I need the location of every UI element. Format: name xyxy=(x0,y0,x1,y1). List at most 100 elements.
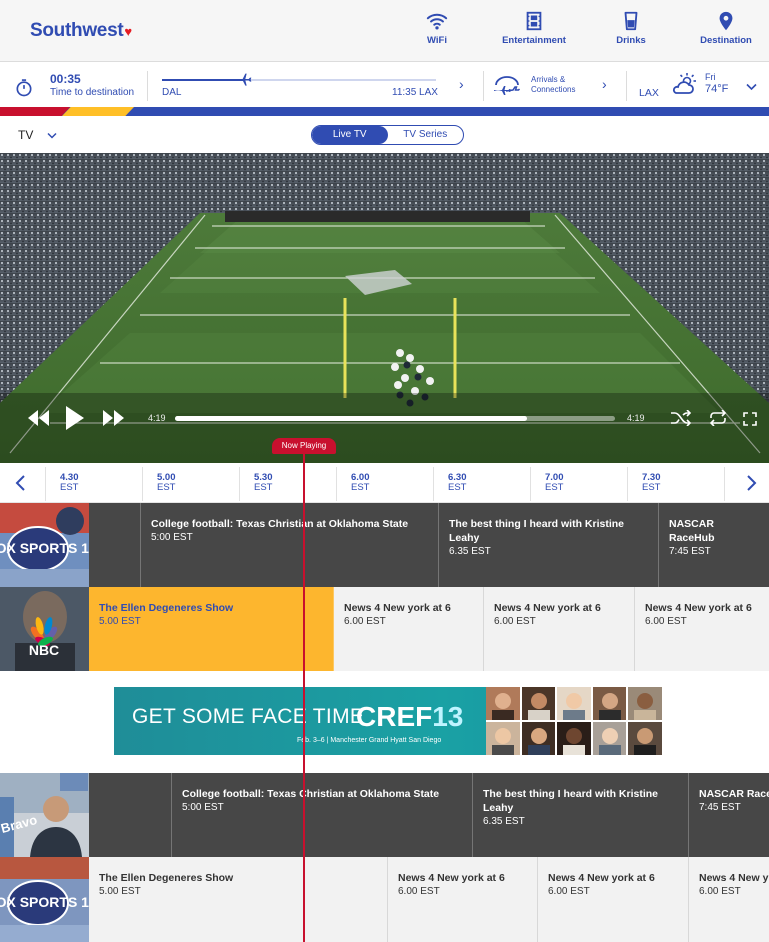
film-icon xyxy=(526,11,542,31)
tab-tv-series[interactable]: TV Series xyxy=(388,126,464,144)
category-label: TV xyxy=(18,128,34,142)
fullscreen-icon[interactable] xyxy=(743,412,757,426)
program-time: 6.00 EST xyxy=(645,616,687,627)
channel-logo-nbc[interactable]: NBC xyxy=(0,587,89,671)
timeslot: 6.00 EST xyxy=(351,472,370,493)
program-cell[interactable] xyxy=(89,503,141,587)
program-cell[interactable]: NASCAR RaceHub 7:45 EST xyxy=(659,503,769,587)
southwest-logo[interactable]: Southwest♥ xyxy=(30,20,132,42)
chevron-left-icon[interactable] xyxy=(14,474,26,492)
content-selector-row: TV Live TV TV Series xyxy=(0,117,769,153)
chevron-right-icon[interactable] xyxy=(746,474,758,492)
program-cell[interactable]: News 4 New y 6.00 EST xyxy=(689,857,769,942)
nav-drinks-label: Drinks xyxy=(616,35,646,46)
ad-banner-cref13[interactable]: GET SOME FACE TIME CREF13 Feb. 3–6 | Man… xyxy=(114,687,662,755)
program-title: College football: Texas Christian at Okl… xyxy=(182,788,440,800)
program-cell[interactable]: News 4 New york at 6 6.00 EST xyxy=(538,857,689,942)
brand-stripe xyxy=(0,107,769,116)
airplane-icon xyxy=(237,73,252,86)
fast-forward-icon[interactable] xyxy=(102,408,126,428)
channel-logo-fox-sports-1[interactable]: FOX SPORTS 1 xyxy=(0,857,89,942)
arrivals-label: Arrivals & xyxy=(531,75,566,84)
chevron-down-icon xyxy=(47,133,57,139)
program-title: News 4 New york at 6 xyxy=(548,872,655,884)
program-title: NASCAR Race xyxy=(699,788,769,800)
category-dropdown[interactable]: TV xyxy=(18,128,57,142)
timeslot: 4.30 EST xyxy=(60,472,79,493)
program-time: 6.00 EST xyxy=(494,616,536,627)
chevron-right-icon[interactable]: › xyxy=(602,76,607,92)
program-cell[interactable]: News 4 New york at 6 6.00 EST xyxy=(635,587,769,671)
timeslot: 7.00 EST xyxy=(545,472,564,493)
program-cell[interactable]: The Ellen Degeneres Show 5.00 EST xyxy=(89,857,388,942)
program-time: 5:00 EST xyxy=(151,532,193,543)
channel-row-nbc: NBC The Ellen Degeneres Show 5.00 EST Ne… xyxy=(0,587,769,671)
timeslot: 5.00 EST xyxy=(157,472,176,493)
program-time: 7:45 EST xyxy=(699,802,741,813)
ad-details: Feb. 3–6 | Manchester Grand Hyatt San Di… xyxy=(297,737,442,744)
channel-logo-text: FOX SPORTS 1 xyxy=(0,894,89,910)
repeat-icon[interactable] xyxy=(708,410,728,426)
tab-live-tv[interactable]: Live TV xyxy=(312,126,388,144)
nav-destination[interactable]: Destination xyxy=(700,10,752,46)
nav-destination-label: Destination xyxy=(700,35,752,46)
chevron-down-icon[interactable] xyxy=(746,83,757,91)
nav-drinks[interactable]: Drinks xyxy=(613,10,649,46)
channel-logo-fox-sports-1[interactable]: FOX SPORTS 1 xyxy=(0,503,89,587)
timeslot: 6.30 EST xyxy=(448,472,467,493)
channel-row-bravo: Bravo College football: Texas Christian … xyxy=(0,773,769,857)
channel-row-fox-sports-1: FOX SPORTS 1 College football: Texas Chr… xyxy=(0,503,769,587)
ad-faces-collage xyxy=(486,687,662,755)
program-cell[interactable]: College football: Texas Christian at Okl… xyxy=(141,503,439,587)
channel-logo-bravo[interactable]: Bravo xyxy=(0,773,89,857)
nav-wifi[interactable]: WiFi xyxy=(418,10,456,46)
program-time: 5:00 EST xyxy=(182,802,224,813)
program-title: College football: Texas Christian at Okl… xyxy=(151,518,409,530)
seek-bar[interactable] xyxy=(175,416,615,421)
nav-entertainment-label: Entertainment xyxy=(502,35,566,46)
divider xyxy=(626,71,627,101)
program-cell[interactable]: College football: Texas Christian at Okl… xyxy=(172,773,473,857)
cup-icon xyxy=(624,11,638,31)
program-cell[interactable]: NASCAR Race 7:45 EST xyxy=(689,773,769,857)
program-title: News 4 New york at 6 xyxy=(344,602,451,614)
program-time: 5.00 EST xyxy=(99,616,141,627)
heart-icon: ♥ xyxy=(124,24,132,39)
program-title: NASCAR RaceHub xyxy=(669,518,715,544)
program-title: News 4 New york at 6 xyxy=(398,872,505,884)
time-remaining-label: Time to destination xyxy=(50,87,135,98)
partly-sunny-icon xyxy=(672,73,696,94)
tv-mode-toggle: Live TV TV Series xyxy=(311,125,464,145)
program-cell[interactable]: The best thing I heard with Kristine Lea… xyxy=(439,503,659,587)
timeslot: 5.30 EST xyxy=(254,472,273,493)
nav-entertainment[interactable]: Entertainment xyxy=(500,10,568,46)
program-title: News 4 New york at 6 xyxy=(645,602,752,614)
divider xyxy=(147,71,148,101)
brand-name: Southwest xyxy=(30,20,124,41)
arrival-time: 11:35 LAX xyxy=(392,87,438,98)
program-time: 6.00 EST xyxy=(699,886,741,897)
schedule-timeline: 4.30 EST 5.00 EST 5.30 EST 6.00 EST 6.30 EST … xyxy=(0,463,769,503)
program-title: News 4 New york at 6 xyxy=(494,602,601,614)
program-time: 6.35 EST xyxy=(449,546,491,557)
ad-brand-year: 13 xyxy=(432,701,464,732)
play-icon[interactable] xyxy=(64,404,86,432)
location-pin-icon xyxy=(719,11,733,31)
program-cell[interactable]: News 4 New york at 6 6.00 EST xyxy=(388,857,538,942)
program-cell[interactable]: News 4 New york at 6 6.00 EST xyxy=(484,587,635,671)
now-playing-line xyxy=(303,452,305,942)
program-cell[interactable] xyxy=(89,773,172,857)
chevron-right-icon[interactable]: › xyxy=(459,76,464,92)
program-cell[interactable]: The best thing I heard with Kristine Lea… xyxy=(473,773,689,857)
channel-logo-text: NBC xyxy=(29,642,59,658)
shuffle-icon[interactable] xyxy=(670,410,692,426)
program-time: 6.00 EST xyxy=(398,886,440,897)
program-cell-now-playing[interactable]: The Ellen Degeneres Show 5.00 EST xyxy=(89,587,334,671)
program-time: 7:45 EST xyxy=(669,546,711,557)
connections-label: Connections xyxy=(531,85,576,94)
time-remaining: 00:35 xyxy=(50,72,81,86)
program-time: 6.00 EST xyxy=(548,886,590,897)
program-cell[interactable]: News 4 New york at 6 6.00 EST xyxy=(334,587,484,671)
rewind-icon[interactable] xyxy=(26,408,50,428)
top-navigation: Southwest♥ WiFi Entertainment Drinks Des… xyxy=(0,0,769,62)
